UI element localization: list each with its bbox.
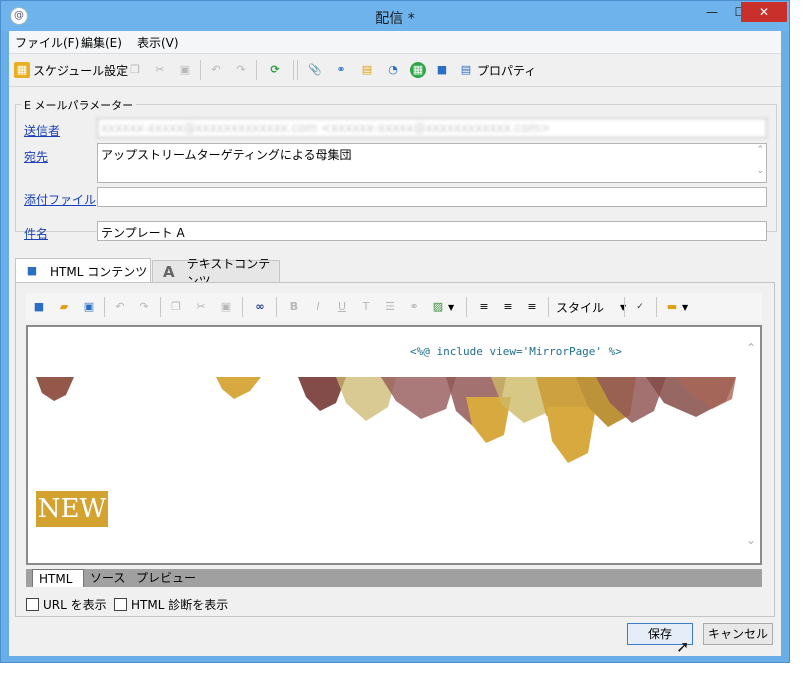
- view-tab-source[interactable]: ソース: [84, 569, 131, 587]
- insert-block-icon[interactable]: ▬: [664, 299, 680, 315]
- html-editor[interactable]: <%@ include view='MirrorPage' %> NEW ⌃ ⌄: [26, 325, 762, 565]
- attachment-icon[interactable]: 📎: [307, 62, 323, 78]
- align-right-icon[interactable]: ≡: [524, 299, 540, 315]
- text-a-icon: A: [163, 262, 175, 281]
- paste-icon[interactable]: ▣: [177, 62, 193, 78]
- editor-scrollbar[interactable]: ⌃ ⌄: [742, 327, 760, 563]
- show-diagnostics-checkbox[interactable]: HTML 診断を表示: [114, 596, 228, 613]
- view-tab-preview[interactable]: プレビュー: [130, 569, 202, 587]
- include-code-line: <%@ include view='MirrorPage' %>: [410, 345, 622, 358]
- attachment-link[interactable]: 添付ファイル: [24, 191, 96, 208]
- properties-button[interactable]: ▤ プロパティ: [458, 61, 536, 79]
- menu-bar: ファイル(F) 編集(E) 表示(V): [9, 31, 781, 54]
- text-color-icon[interactable]: T: [358, 299, 374, 315]
- subject-field[interactable]: テンプレート A: [97, 221, 767, 241]
- underline-icon[interactable]: U: [334, 299, 350, 315]
- scroll-up-icon[interactable]: ⌃: [756, 145, 764, 155]
- window-title: 配信 *: [375, 11, 415, 27]
- view-tab-html[interactable]: HTML: [32, 569, 84, 587]
- align-center-icon[interactable]: ≡: [500, 299, 516, 315]
- insert-image-icon[interactable]: ▨: [430, 299, 446, 315]
- show-diagnostics-box[interactable]: [114, 598, 127, 611]
- email-params-legend: E メールパラメーター: [21, 97, 137, 113]
- properties-label: プロパティ: [477, 63, 537, 78]
- editor-scroll-up-icon[interactable]: ⌃: [746, 341, 756, 355]
- attachment-field[interactable]: [97, 187, 767, 207]
- undo-icon[interactable]: ↶: [208, 62, 224, 78]
- menu-file[interactable]: ファイル(F): [15, 34, 79, 51]
- recipient-link[interactable]: 宛先: [24, 148, 48, 165]
- calculator-icon[interactable]: ▦: [410, 62, 426, 78]
- tab-html-content[interactable]: ■ HTML コンテンツ: [15, 258, 151, 283]
- gift-icon[interactable]: ▤: [359, 62, 375, 78]
- align-left-icon[interactable]: ≡: [476, 299, 492, 315]
- editor-scroll-down-icon[interactable]: ⌄: [746, 533, 756, 547]
- editor-paste-icon[interactable]: ▣: [218, 299, 234, 315]
- show-url-label: URL を表示: [43, 598, 107, 612]
- cut-icon[interactable]: ✂: [152, 62, 168, 78]
- show-url-box[interactable]: [26, 598, 39, 611]
- editor-copy-icon[interactable]: ❐: [168, 299, 184, 315]
- italic-icon[interactable]: I: [310, 299, 326, 315]
- tab-html-label: HTML コンテンツ: [50, 264, 148, 279]
- editor-cut-icon[interactable]: ✂: [193, 299, 209, 315]
- subject-link[interactable]: 件名: [24, 225, 48, 242]
- spellcheck-icon[interactable]: ✓: [632, 299, 648, 315]
- recipient-field[interactable]: アップストリームターゲティングによる母集団 ⌃ ⌄: [97, 143, 767, 183]
- bullet-list-icon[interactable]: ☰: [382, 299, 398, 315]
- open-folder-icon[interactable]: ▰: [56, 299, 72, 315]
- new-content-icon[interactable]: ■: [31, 299, 47, 315]
- editor-undo-icon[interactable]: ↶: [112, 299, 128, 315]
- window-client: ファイル(F) 編集(E) 表示(V) ▦ スケジュール設定 ❐ ✂ ▣ ↶ ↷…: [9, 31, 781, 656]
- refresh-icon[interactable]: ⟳: [267, 62, 283, 78]
- title-bar: @ 配信 * — ☐ ✕: [1, 1, 789, 31]
- scroll-down-icon[interactable]: ⌄: [756, 166, 764, 176]
- redo-icon[interactable]: ↷: [233, 62, 249, 78]
- recipient-value: アップストリームターゲティングによる母集団: [101, 148, 352, 162]
- copy-icon[interactable]: ❐: [127, 62, 143, 78]
- style-dropdown[interactable]: スタイル ▼: [556, 298, 626, 316]
- html-content-panel: ■ ▰ ▣ ↶ ↷ ❐ ✂ ▣ ∞ B I U T ☰ ⚭ ▨ ▼ ≡ ≡ ≡ …: [15, 282, 775, 617]
- html-doc-icon: ■: [26, 264, 38, 277]
- find-binoculars-icon[interactable]: ∞: [252, 299, 268, 315]
- editor-view-tabs: HTML ソース プレビュー: [26, 569, 762, 587]
- sender-field[interactable]: xxxxxx-xxxxx@xxxxxxxxxxxxx.com <xxxxxx-x…: [97, 118, 767, 138]
- personalization-icon[interactable]: ■: [434, 62, 450, 78]
- mouse-cursor-icon: ➚: [676, 637, 690, 656]
- editor-toolbar: ■ ▰ ▣ ↶ ↷ ❐ ✂ ▣ ∞ B I U T ☰ ⚭ ▨ ▼ ≡ ≡ ≡ …: [26, 293, 762, 321]
- delivery-window: @ 配信 * — ☐ ✕ ファイル(F) 編集(E) 表示(V) ▦ スケジュー…: [0, 0, 790, 663]
- show-url-checkbox[interactable]: URL を表示: [26, 596, 107, 613]
- schedule-label: スケジュール設定: [33, 63, 129, 78]
- tab-text-content[interactable]: A テキストコンテンツ: [152, 257, 280, 288]
- cancel-button[interactable]: キャンセル: [703, 623, 773, 645]
- close-button[interactable]: ✕: [741, 2, 787, 22]
- style-label: スタイル: [556, 300, 605, 315]
- menu-edit[interactable]: 編集(E): [81, 34, 122, 51]
- link-icon[interactable]: ⚭: [333, 62, 349, 78]
- calendar-icon: ▦: [14, 62, 30, 78]
- tracking-icon[interactable]: ◔: [385, 62, 401, 78]
- schedule-button[interactable]: ▦ スケジュール設定: [14, 61, 128, 79]
- autumn-leaves-image: [36, 377, 736, 463]
- minimize-button[interactable]: —: [698, 2, 726, 22]
- show-diagnostics-label: HTML 診断を表示: [131, 598, 229, 612]
- link-chain-icon[interactable]: ⚭: [406, 299, 422, 315]
- new-badge: NEW: [36, 491, 108, 527]
- clipboard-icon: ▤: [460, 63, 472, 76]
- sender-link[interactable]: 送信者: [24, 122, 60, 139]
- save-disk-icon[interactable]: ▣: [81, 299, 97, 315]
- menu-view[interactable]: 表示(V): [137, 34, 179, 51]
- bold-icon[interactable]: B: [286, 299, 302, 315]
- main-toolbar: ▦ スケジュール設定 ❐ ✂ ▣ ↶ ↷ ⟳ 📎 ⚭ ▤ ◔ ▦ ■ ▤ プロパ…: [9, 54, 781, 87]
- editor-redo-icon[interactable]: ↷: [136, 299, 152, 315]
